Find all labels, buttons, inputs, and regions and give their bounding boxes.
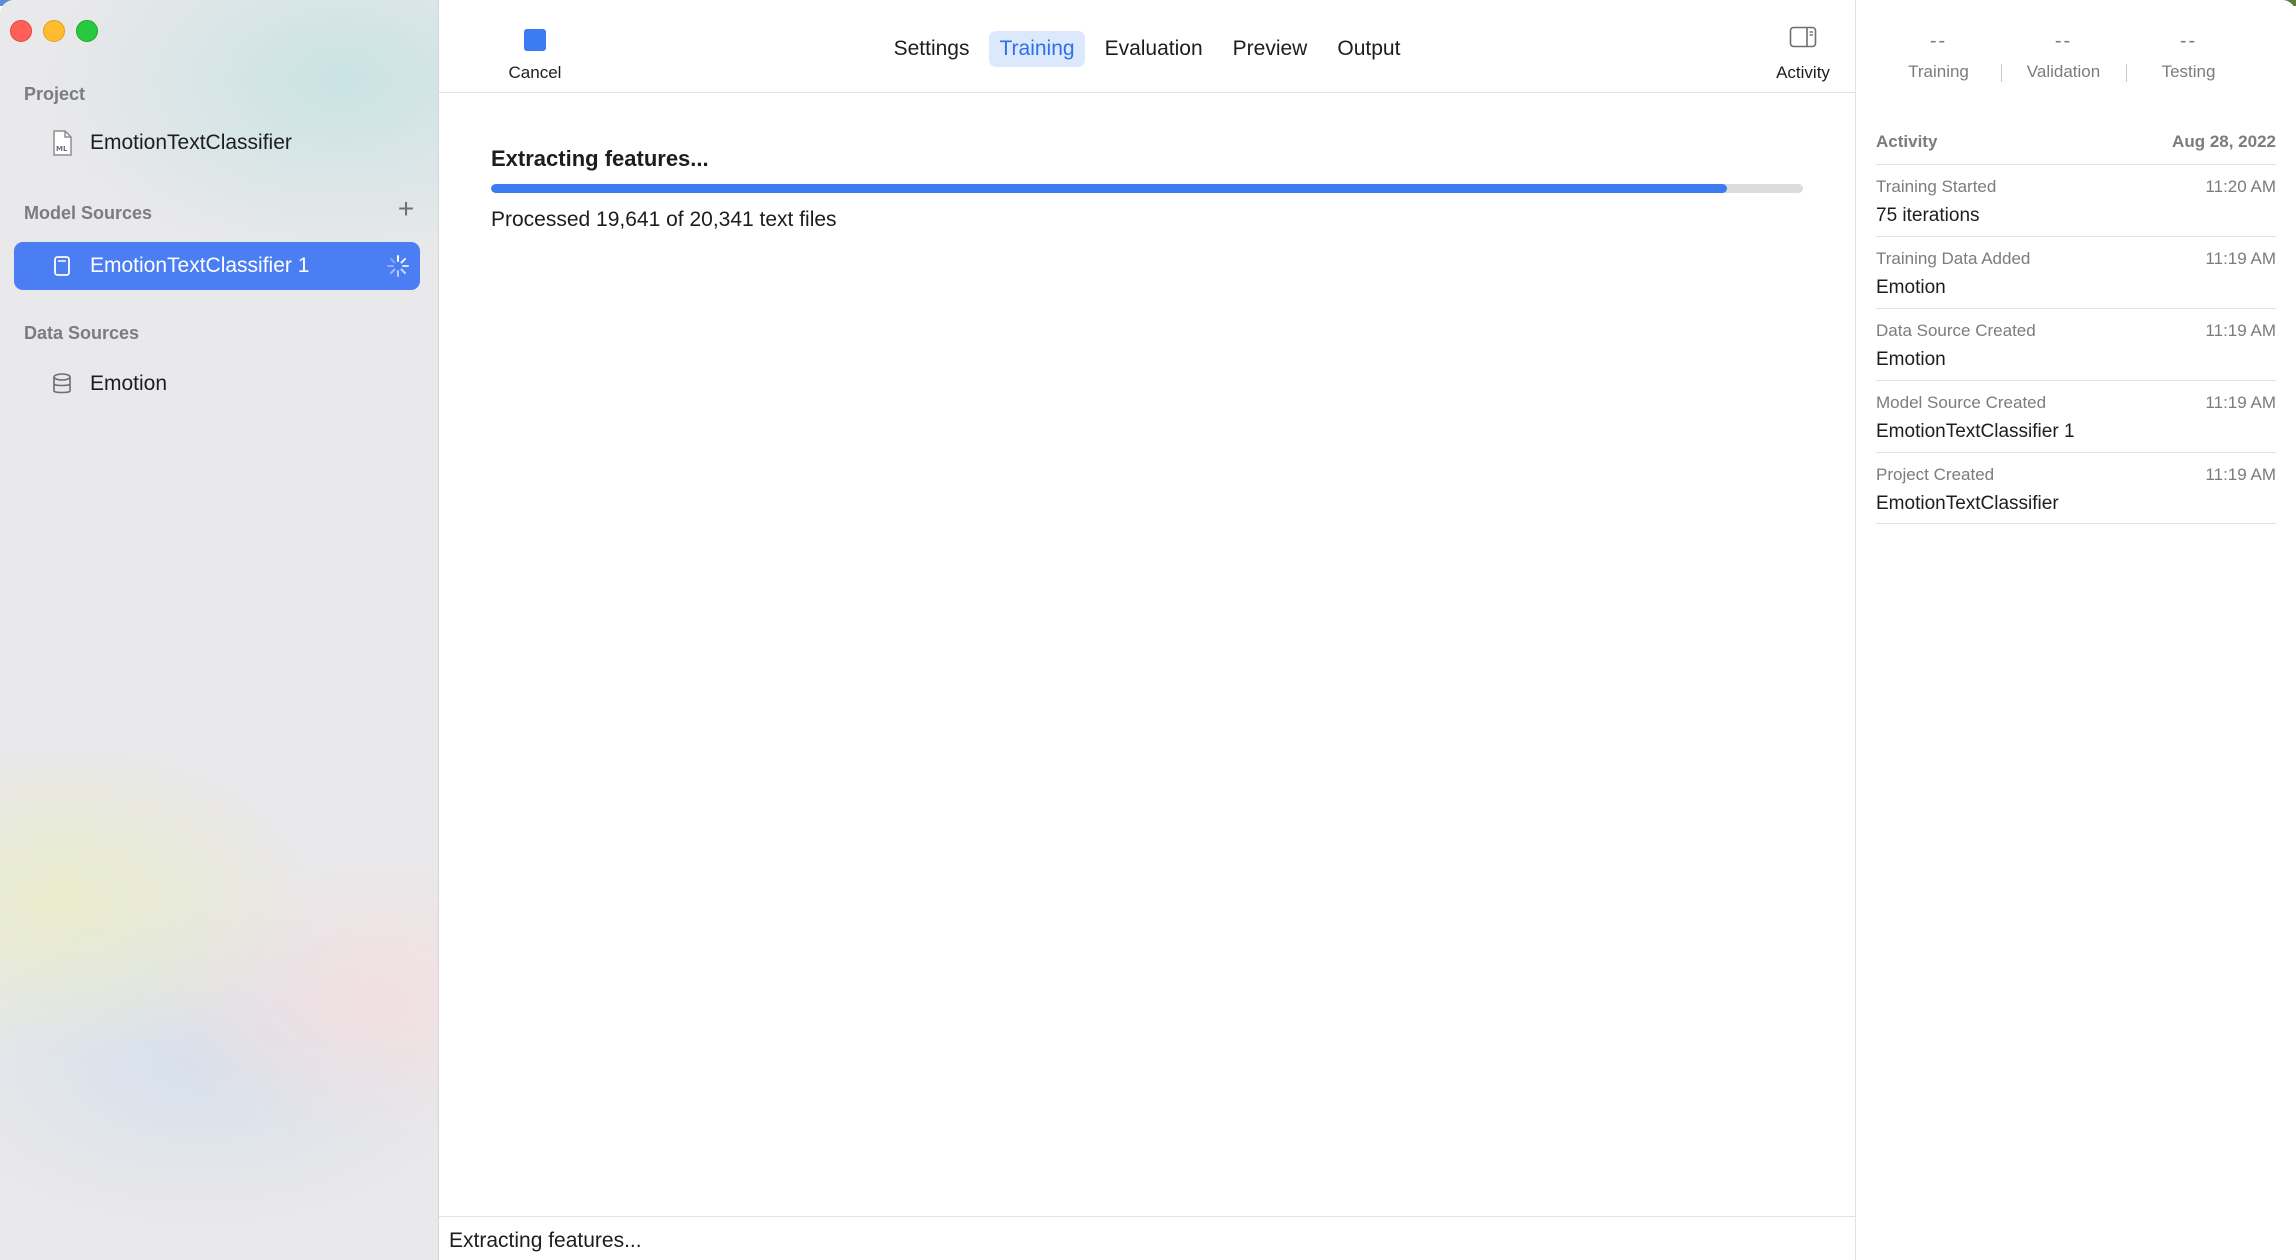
metric-label: Validation [2026, 62, 2101, 81]
sidebar-item-project[interactable]: ML EmotionTextClassifier [14, 119, 420, 167]
activity-title: Training Started [1876, 177, 1997, 196]
tab-preview[interactable]: Preview [1223, 31, 1318, 67]
activity-header: Activity Aug 28, 2022 [1876, 132, 2276, 152]
status-bar: Extracting features... [439, 1216, 1855, 1260]
activity-time: 11:19 AM [2205, 321, 2276, 340]
metric-validation: -- Validation [2001, 30, 2126, 82]
activity-row: Training Data Added 11:19 AM Emotion [1876, 236, 2276, 308]
database-icon [50, 372, 74, 396]
sidebar-item-label: Emotion [90, 372, 168, 395]
model-document-icon [50, 254, 74, 278]
section-header-project: Project [24, 84, 86, 104]
activity-title: Model Source Created [1876, 393, 2047, 412]
sidebar-item-label: EmotionTextClassifier 1 [90, 254, 310, 277]
activity-row: Model Source Created 11:19 AM EmotionTex… [1876, 380, 2276, 452]
activity-time: 11:19 AM [2205, 465, 2276, 484]
metric-value: -- [1929, 30, 1948, 52]
metric-training: -- Training [1876, 30, 2001, 82]
activity-row: Project Created 11:19 AM EmotionTextClas… [1876, 452, 2276, 524]
progress-bar [491, 184, 1803, 193]
activity-row: Data Source Created 11:19 AM Emotion [1876, 308, 2276, 380]
activity-detail: EmotionTextClassifier [1876, 493, 2059, 514]
metric-value: -- [2054, 30, 2073, 52]
activity-title: Data Source Created [1876, 321, 2036, 340]
activity-title: Training Data Added [1876, 249, 2031, 268]
main-pane: Cancel Settings Training Evaluation Prev… [439, 0, 1855, 1260]
activity-list: Training Started 11:20 AM 75 iterations … [1876, 164, 2276, 524]
svg-text:ML: ML [56, 145, 68, 153]
tab-bar: Settings Training Evaluation Preview Out… [439, 31, 1855, 67]
activity-row: Training Started 11:20 AM 75 iterations [1876, 164, 2276, 236]
maximize-window-button[interactable] [76, 20, 98, 42]
sidebar: Project ML EmotionTextClassifier Model S… [0, 0, 439, 1260]
sidebar-right-icon [1789, 26, 1817, 53]
activity-detail: Emotion [1876, 277, 1946, 298]
toolbar: Cancel Settings Training Evaluation Prev… [439, 0, 1855, 93]
activity-header-title: Activity [1876, 132, 1938, 151]
sidebar-item-data-source[interactable]: Emotion [14, 360, 420, 408]
activity-detail: 75 iterations [1876, 205, 1980, 226]
activity-time: 11:20 AM [2205, 177, 2276, 196]
activity-time: 11:19 AM [2205, 393, 2276, 412]
progress-bar-fill [491, 184, 1727, 193]
activity-time: 11:19 AM [2205, 249, 2276, 268]
activity-label: Activity [1776, 63, 1830, 82]
section-header-model-sources: Model Sources [24, 203, 153, 223]
app-window: Project ML EmotionTextClassifier Model S… [0, 0, 2296, 1260]
close-window-button[interactable] [10, 20, 32, 42]
tab-settings[interactable]: Settings [884, 31, 980, 67]
activity-title: Project Created [1876, 465, 1995, 484]
metric-label: Testing [2161, 62, 2216, 81]
activity-toggle-button[interactable]: Activity [1755, 26, 1851, 90]
tab-output[interactable]: Output [1327, 31, 1410, 67]
activity-header-date: Aug 28, 2022 [2172, 132, 2276, 151]
spinner-icon [386, 254, 410, 278]
progress-detail: Processed 19,641 of 20,341 text files [491, 208, 837, 231]
metrics-summary: -- Training -- Validation -- Testing [1876, 30, 2276, 82]
tab-training[interactable]: Training [989, 31, 1085, 67]
metric-testing: -- Testing [2126, 30, 2251, 82]
activity-detail: Emotion [1876, 349, 1946, 370]
metric-label: Training [1908, 62, 1969, 81]
section-header-data-sources: Data Sources [24, 323, 140, 343]
status-text: Extracting features... [449, 1229, 642, 1252]
minimize-window-button[interactable] [43, 20, 65, 42]
add-model-source-button[interactable]: + [394, 195, 418, 223]
progress-title: Extracting features... [491, 146, 709, 171]
sidebar-item-model-source[interactable]: EmotionTextClassifier 1 [14, 242, 420, 290]
activity-detail: EmotionTextClassifier 1 [1876, 421, 2075, 442]
mlmodel-file-icon: ML [50, 130, 74, 156]
tab-evaluation[interactable]: Evaluation [1095, 31, 1213, 67]
metric-value: -- [2179, 30, 2198, 52]
activity-inspector: -- Training -- Validation -- Testing Act… [1855, 0, 2296, 1260]
plus-icon: + [397, 193, 415, 224]
sidebar-item-label: EmotionTextClassifier [90, 131, 292, 154]
